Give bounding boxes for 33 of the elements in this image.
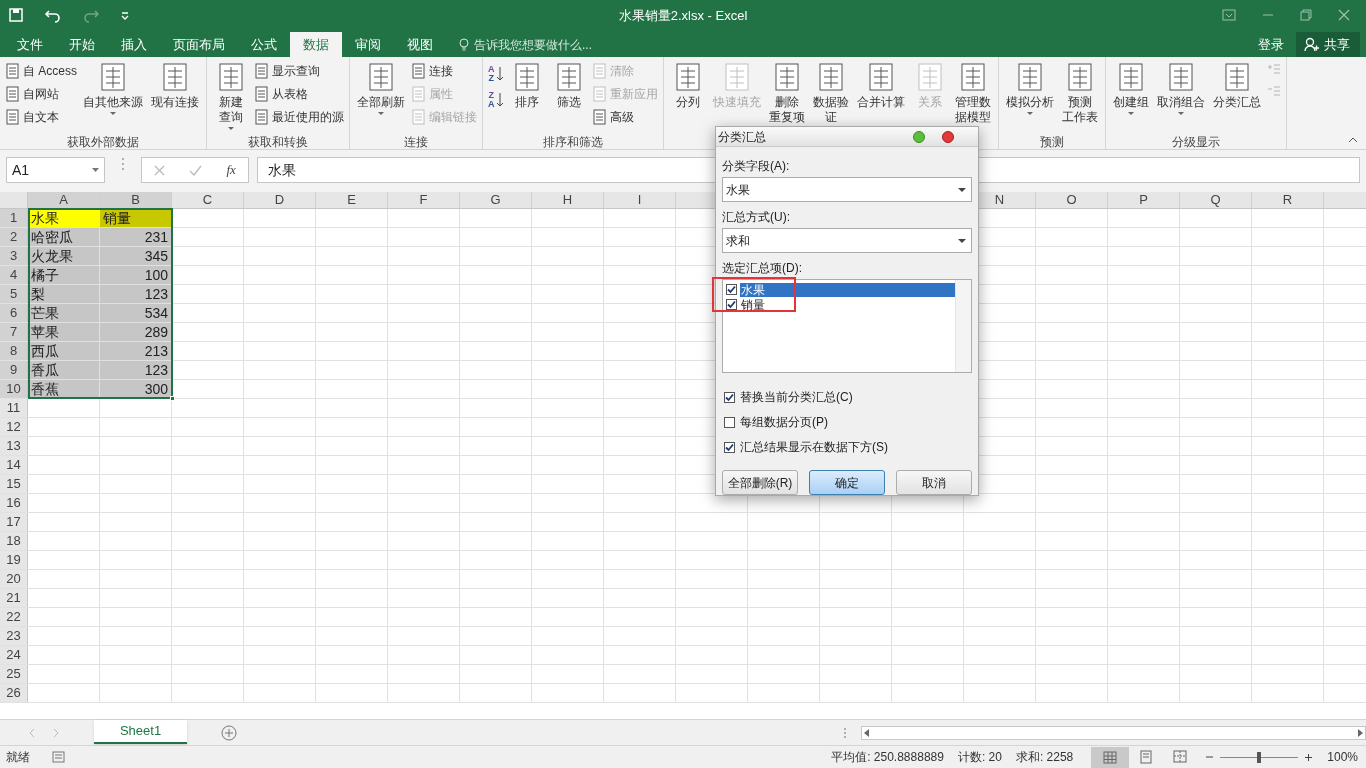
table-cell-text: 哈密瓜 [31,227,73,247]
group-label: 预测 [1039,135,1064,149]
table-cell-text: 水果 [31,208,59,228]
table-cell-text: 香蕉 [31,379,59,399]
group-label: 获取和转换 [248,135,308,149]
table-cell-text: 123 [144,360,168,380]
group-label: 排序和筛选 [542,135,603,149]
table-cell-text: 345 [144,246,168,266]
field-label: 分类字段(A): [722,158,791,175]
table-cell-text: 100 [144,265,168,285]
table-cell-text: 231 [144,227,168,247]
table-cell-text: 213 [144,341,168,361]
window-title: 水果销量2.xlsx - Excel [618,8,748,23]
dialog-title: 分类汇总 [718,128,766,146]
table-cell-text: 销量 [103,208,131,228]
table-cell-text: 西瓜 [31,341,59,361]
table-cell-text: 芒果 [31,303,59,323]
table-cell-text: 香瓜 [31,360,59,380]
group-label: 获取外部数据 [67,135,139,149]
table-cell-text: 300 [144,379,168,399]
field-label: 汇总方式(U): [722,209,791,226]
table-cell-text: 289 [144,322,168,342]
table-cell-text: 123 [144,284,168,304]
tell-me-placeholder: 告诉我您想要做什么... [474,36,592,54]
group-label: 分级显示 [1171,135,1220,149]
field-label: 选定汇总项(D): [722,260,803,277]
table-cell-text: 梨 [31,284,45,304]
table-cell-text: 橘子 [31,265,59,285]
status-text: 就绪 [6,749,30,766]
group-label: 连接 [404,135,428,149]
table-cell-text: 苹果 [31,322,59,342]
table-cell-text: 534 [144,303,168,323]
table-cell-text: 火龙果 [31,246,73,266]
